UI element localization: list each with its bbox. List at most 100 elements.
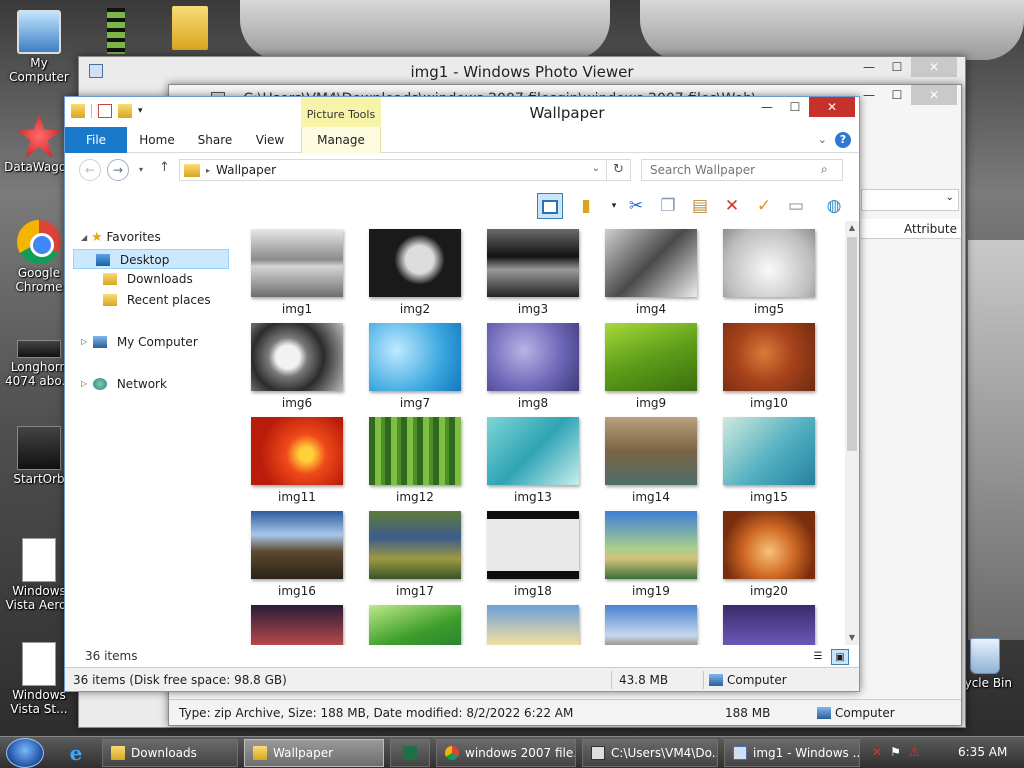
tab-share[interactable]: Share [193,127,237,153]
file-item[interactable]: img11 [251,417,343,504]
copy-icon[interactable]: ❐ [655,193,681,219]
nav-my-computer[interactable]: My Computer [93,332,198,352]
search-input[interactable] [641,159,843,181]
file-item[interactable]: img20 [723,511,815,598]
explorer-window[interactable]: ▾ Picture Tools Wallpaper — ☐ ✕ File Hom… [64,96,860,692]
explorer-minimize-button[interactable]: — [753,97,781,117]
column-header-attributes[interactable]: Attribute [861,219,961,239]
explorer-close-button[interactable]: ✕ [809,97,855,117]
file-item[interactable]: img2 [369,229,461,316]
preview-pane-button[interactable] [537,193,563,219]
up-arrow-icon[interactable]: ↑ [159,160,170,175]
file-item[interactable]: img13 [487,417,579,504]
expand-arrow-icon[interactable]: ▷ [81,379,87,388]
refresh-button[interactable]: ↻ [607,159,631,181]
folder-icon [253,746,267,760]
file-item[interactable]: img4 [605,229,697,316]
file-item[interactable]: img5 [723,229,815,316]
select-folder-icon[interactable]: ▮ [573,193,599,219]
picture-tools-label: Picture Tools [301,97,381,127]
scroll-down-icon[interactable]: ▼ [845,631,859,645]
task-wallpaper[interactable]: Wallpaper [244,739,384,767]
image-thumbnail [251,323,343,391]
file-item[interactable]: img12 [369,417,461,504]
expand-arrow-icon[interactable]: ▷ [81,337,87,346]
file-item[interactable]: img8 [487,323,579,410]
nav-network[interactable]: Network [93,374,167,394]
file-item[interactable]: img3 [487,229,579,316]
properties-icon[interactable] [98,104,112,118]
desktop-icon-film[interactable] [104,8,128,56]
zip-dropdown[interactable]: ⌄ [861,189,959,211]
task-chrome[interactable]: windows 2007 file... [436,739,576,767]
new-folder-icon[interactable] [118,104,132,118]
task-excel[interactable] [390,739,430,767]
scroll-up-icon[interactable]: ▲ [845,221,859,235]
collapse-arrow-icon[interactable]: ◢ [81,233,87,242]
large-icons-view-icon[interactable]: ▣ [831,649,849,665]
file-item[interactable]: img14 [605,417,697,504]
recent-locations-icon[interactable]: ▾ [139,165,143,174]
nav-recent-places[interactable]: Recent places [103,290,211,310]
tab-file[interactable]: File [65,127,127,153]
chrome-icon [17,220,61,264]
rename-icon[interactable]: ▭ [783,193,809,219]
file-item[interactable]: img16 [251,511,343,598]
photo-viewer-titlebar[interactable]: img1 - Windows Photo Viewer — ☐ ✕ [79,57,965,87]
tab-manage[interactable]: Manage [301,127,381,153]
internet-explorer-icon[interactable]: e [64,741,88,765]
film-strip-icon [107,8,125,54]
action-center-icon[interactable]: ⚠ [909,745,920,759]
volume-muted-icon[interactable]: ✕ [872,745,882,759]
network-status-icon[interactable]: ⚑ [890,745,901,759]
nav-label: My Computer [116,335,198,349]
qat-dropdown-icon[interactable]: ▾ [138,106,143,116]
nav-favorites[interactable]: ★ Favorites [91,227,161,247]
file-item[interactable]: img19 [605,511,697,598]
tab-home[interactable]: Home [135,127,179,153]
zip-close-button[interactable]: ✕ [911,85,957,105]
address-bar[interactable]: ▸ Wallpaper ⌄ [179,159,607,181]
file-item[interactable]: img18 [487,511,579,598]
folder-icon [71,104,85,118]
vertical-scrollbar[interactable]: ▲ ▼ [845,221,859,645]
photo-viewer-minimize-button[interactable]: — [855,57,883,77]
paste-icon[interactable]: ▤ [687,193,713,219]
task-zip[interactable]: C:\Users\VM4\Do... [582,739,718,767]
globe-icon[interactable]: ◍ [821,193,847,219]
task-downloads[interactable]: Downloads [102,739,238,767]
photo-viewer-maximize-button[interactable]: ☐ [883,57,911,77]
scrollbar-thumb[interactable] [847,237,857,451]
file-item-label: img14 [632,490,670,504]
file-item[interactable]: img6 [251,323,343,410]
file-item[interactable]: img7 [369,323,461,410]
desktop-icon-my-computer[interactable]: My Computer [0,10,78,84]
delete-icon[interactable]: ✕ [719,193,745,219]
breadcrumb-separator[interactable]: ▸ [206,166,210,175]
photo-viewer-close-button[interactable]: ✕ [911,57,957,77]
file-item[interactable]: img10 [723,323,815,410]
breadcrumb-wallpaper[interactable]: Wallpaper [216,163,276,177]
explorer-maximize-button[interactable]: ☐ [781,97,809,117]
details-view-icon[interactable]: ☰ [809,649,827,665]
chevron-down-icon[interactable]: ⌄ [818,133,827,146]
file-item[interactable]: img1 [251,229,343,316]
checkmark-icon[interactable]: ✓ [751,193,777,219]
cut-icon[interactable]: ✂ [623,193,649,219]
file-item[interactable]: img17 [369,511,461,598]
desktop-icon-folder[interactable] [170,6,210,52]
help-icon[interactable]: ? [835,132,851,148]
file-item[interactable]: img9 [605,323,697,410]
explorer-titlebar[interactable]: ▾ Picture Tools Wallpaper — ☐ ✕ [65,97,859,127]
nav-downloads[interactable]: Downloads [103,269,193,289]
zip-maximize-button[interactable]: ☐ [883,85,911,105]
tab-view[interactable]: View [251,127,289,153]
file-item[interactable]: img15 [723,417,815,504]
nav-desktop[interactable]: Desktop [73,249,229,269]
chevron-down-icon[interactable]: ⌄ [592,163,600,174]
task-photo-viewer[interactable]: img1 - Windows ... [724,739,860,767]
start-orb-button[interactable] [6,738,44,768]
forward-button[interactable]: → [107,159,129,181]
back-button[interactable]: ← [79,159,101,181]
taskbar-clock[interactable]: 6:35 AM [958,745,1007,759]
